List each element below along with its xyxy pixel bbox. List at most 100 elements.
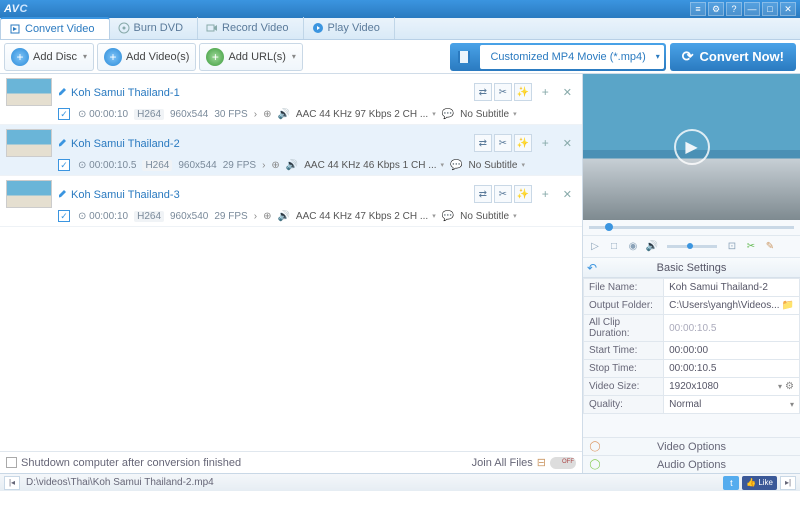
effects-icon[interactable]: ✨: [514, 185, 532, 203]
stop-time-input[interactable]: [669, 363, 794, 374]
facebook-like-button[interactable]: 👍Like: [742, 476, 777, 490]
swap-icon[interactable]: ⇄: [474, 134, 492, 152]
back-icon[interactable]: ↶: [587, 261, 597, 275]
speaker-icon: 🔊: [277, 109, 289, 120]
tab-record-video[interactable]: Record Video: [198, 17, 303, 39]
start-time-input[interactable]: [669, 345, 794, 356]
convert-now-button[interactable]: ⟳Convert Now!: [670, 43, 796, 71]
snapshot-button[interactable]: ◉: [625, 239, 641, 255]
duration-label: ⊙ 00:00:10: [78, 211, 128, 222]
audio-options-row[interactable]: ◯ Audio Options: [583, 455, 800, 473]
cut-button[interactable]: ✂: [743, 239, 759, 255]
tab-label: Play Video: [328, 22, 380, 34]
tab-label: Burn DVD: [134, 22, 184, 34]
minimize-button[interactable]: —: [744, 2, 760, 16]
playback-controls: ▷ □ ◉ 🔊 ⊡ ✂ ✎: [583, 236, 800, 258]
crop-button[interactable]: ⊡: [724, 239, 740, 255]
output-folder-value: C:\Users\yangh\Videos...: [669, 300, 779, 311]
swap-icon[interactable]: ⇄: [474, 185, 492, 203]
subtitle-icon: 💬: [450, 160, 462, 171]
add-videos-button[interactable]: +Add Video(s): [97, 43, 196, 71]
menu-button[interactable]: ≡: [690, 2, 706, 16]
gear-icon[interactable]: ⚙: [785, 381, 794, 392]
volume-slider[interactable]: [667, 245, 717, 248]
settings-button[interactable]: ⚙: [708, 2, 724, 16]
add-disc-button[interactable]: +Add Disc▾: [4, 43, 94, 71]
output-profile-selector[interactable]: Customized MP4 Movie (*.mp4): [450, 43, 665, 71]
shutdown-checkbox[interactable]: [6, 457, 17, 468]
close-button[interactable]: ✕: [780, 2, 796, 16]
label-video-size: Video Size:: [584, 378, 664, 396]
video-options-icon: ◯: [589, 441, 601, 453]
tab-convert-video[interactable]: Convert Video: [0, 17, 110, 39]
trim-icon[interactable]: ✂: [494, 134, 512, 152]
tab-burn-dvd[interactable]: Burn DVD: [110, 17, 199, 39]
add-urls-button[interactable]: +Add URL(s)▾: [199, 43, 302, 71]
remove-item-button[interactable]: ✕: [559, 137, 576, 150]
subtitle-icon: 💬: [442, 211, 454, 222]
tab-play-video[interactable]: Play Video: [304, 17, 395, 39]
tab-label: Record Video: [222, 22, 288, 34]
item-checkbox[interactable]: ✓: [58, 108, 70, 120]
settings-table: File Name: Output Folder:C:\Users\yangh\…: [583, 278, 800, 414]
effects-icon[interactable]: ✨: [514, 134, 532, 152]
item-checkbox[interactable]: ✓: [58, 210, 70, 222]
record-icon: [206, 22, 218, 34]
file-name-label: Koh Samui Thailand-3: [58, 188, 180, 201]
audio-track-select[interactable]: AAC 44 KHz 47 Kbps 2 CH ...: [296, 211, 436, 222]
trim-icon[interactable]: ✂: [494, 83, 512, 101]
add-segment-button[interactable]: +: [538, 187, 553, 201]
subtitle-select[interactable]: No Subtitle: [460, 211, 516, 222]
right-panel: ▶ ▷ □ ◉ 🔊 ⊡ ✂ ✎ ↶ Basic Settings File Na…: [582, 74, 800, 473]
audio-options-icon: ◯: [589, 459, 601, 471]
remove-item-button[interactable]: ✕: [559, 86, 576, 99]
video-size-select[interactable]: 1920x1080▾⚙: [669, 381, 794, 392]
subtitle-select[interactable]: No Subtitle: [469, 160, 525, 171]
file-name-input[interactable]: [669, 282, 794, 293]
audio-options-label: Audio Options: [657, 459, 726, 471]
globe-icon: ⊕: [263, 211, 271, 222]
add-segment-button[interactable]: +: [538, 136, 553, 150]
next-file-button[interactable]: ▸|: [780, 476, 796, 490]
list-item[interactable]: Koh Samui Thailand-1 ⇄ ✂ ✨ + ✕ ✓ ⊙ 00:00…: [0, 74, 582, 125]
join-toggle[interactable]: [550, 457, 576, 469]
audio-track-select[interactable]: AAC 44 KHz 97 Kbps 2 CH ...: [296, 109, 436, 120]
effects-icon[interactable]: ✨: [514, 83, 532, 101]
resolution-label: 960x544: [178, 160, 216, 171]
subtitle-select[interactable]: No Subtitle: [460, 109, 516, 120]
volume-icon[interactable]: 🔊: [644, 239, 660, 255]
label-quality: Quality:: [584, 396, 664, 414]
thumbnail: [6, 180, 52, 208]
list-item[interactable]: Koh Samui Thailand-3 ⇄ ✂ ✨ + ✕ ✓ ⊙ 00:00…: [0, 176, 582, 227]
seek-slider[interactable]: [583, 220, 800, 236]
swap-icon[interactable]: ⇄: [474, 83, 492, 101]
list-footer: Shutdown computer after conversion finis…: [0, 451, 582, 473]
list-item[interactable]: Koh Samui Thailand-2 ⇄ ✂ ✨ + ✕ ✓ ⊙ 00:00…: [0, 125, 582, 176]
quality-select[interactable]: Normal▾: [669, 399, 794, 410]
duration-label: ⊙ 00:00:10.5: [78, 160, 136, 171]
globe-icon: ⊕: [263, 109, 271, 120]
trim-icon[interactable]: ✂: [494, 185, 512, 203]
audio-track-select[interactable]: AAC 44 KHz 46 Kbps 1 CH ...: [304, 160, 444, 171]
help-button[interactable]: ?: [726, 2, 742, 16]
play-button[interactable]: ▷: [587, 239, 603, 255]
item-checkbox[interactable]: ✓: [58, 159, 70, 171]
label-output-folder: Output Folder:: [584, 297, 664, 315]
resolution-label: 960x540: [170, 211, 208, 222]
thumbnail: [6, 78, 52, 106]
stop-button[interactable]: □: [606, 239, 622, 255]
toolbar: +Add Disc▾ +Add Video(s) +Add URL(s)▾ Cu…: [0, 40, 800, 74]
video-preview[interactable]: ▶: [583, 74, 800, 220]
effects-button[interactable]: ✎: [762, 239, 778, 255]
twitter-button[interactable]: t: [723, 476, 739, 490]
remove-item-button[interactable]: ✕: [559, 188, 576, 201]
play-overlay-icon[interactable]: ▶: [674, 129, 710, 165]
folder-icon[interactable]: 📁: [782, 300, 794, 311]
video-options-row[interactable]: ◯Video Options: [583, 437, 800, 455]
prev-file-button[interactable]: |◂: [4, 476, 20, 490]
duration-label: ⊙ 00:00:10: [78, 109, 128, 120]
globe-add-icon: +: [206, 48, 224, 66]
video-add-icon: +: [104, 48, 122, 66]
maximize-button[interactable]: □: [762, 2, 778, 16]
add-segment-button[interactable]: +: [538, 85, 553, 99]
